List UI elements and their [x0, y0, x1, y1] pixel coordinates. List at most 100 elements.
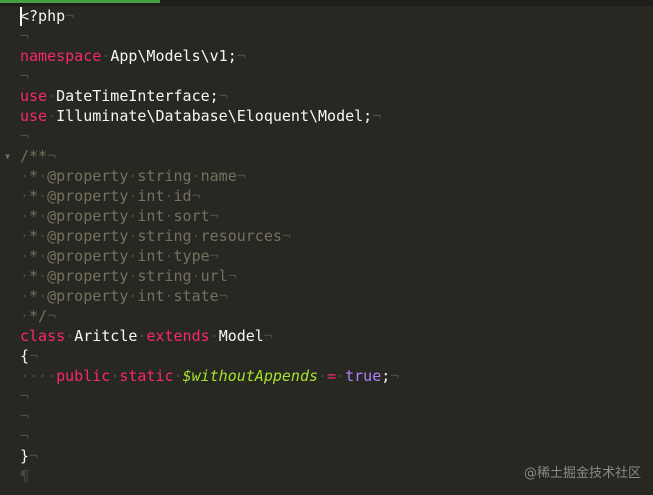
eol-marker: ¬: [20, 127, 30, 145]
code-token: public: [56, 367, 111, 385]
code-token: url: [200, 267, 228, 285]
space-marker: ·: [65, 327, 75, 345]
code-line[interactable]: use·Illuminate\Database\Eloquent\Model;¬: [20, 106, 381, 126]
code-token: /**: [20, 147, 48, 165]
code-token: $withoutAppends: [182, 367, 319, 385]
code-token: *: [29, 187, 39, 205]
watermark-text: @稀土掘金技术社区: [523, 466, 641, 481]
space-marker: ·: [164, 207, 174, 225]
space-marker: ·: [336, 367, 346, 385]
code-line[interactable]: ¬: [20, 426, 29, 446]
code-line[interactable]: class·Aritcle·extends·Model¬: [20, 326, 273, 346]
code-token: @property: [47, 227, 129, 245]
code-line[interactable]: ····public·static·$withoutAppends·=·true…: [20, 366, 399, 386]
space-marker: ·: [191, 227, 201, 245]
code-line[interactable]: <?php¬: [20, 6, 74, 26]
space-marker: ·: [47, 107, 57, 125]
code-line[interactable]: ¶: [20, 466, 29, 486]
code-line[interactable]: use·DateTimeInterface;¬: [20, 86, 228, 106]
code-line[interactable]: ·*·@property·int·id¬: [20, 186, 201, 206]
code-token: @property: [47, 267, 129, 285]
code-token: string: [137, 227, 192, 245]
code-token: *: [29, 207, 39, 225]
space-marker: ·: [318, 367, 328, 385]
space-marker: ·: [38, 367, 48, 385]
code-token: App\Models\v1;: [110, 47, 237, 65]
code-token: string: [137, 267, 192, 285]
eol-marker: ¬: [20, 407, 30, 425]
code-token: *: [29, 287, 39, 305]
code-line[interactable]: /**¬: [20, 146, 56, 166]
space-marker: ·: [110, 367, 120, 385]
eol-marker: ¬: [20, 427, 30, 445]
code-line[interactable]: ·*·@property·string·name¬: [20, 166, 246, 186]
space-marker: ·: [20, 267, 30, 285]
eol-marker: ¬: [209, 247, 219, 265]
code-token: }: [20, 447, 30, 465]
code-token: @property: [47, 287, 129, 305]
eol-marker: ¬: [65, 7, 75, 25]
code-editor[interactable]: ▼ <?php¬ ¬ namespace·App\Models\v1;¬ ¬ use·D…: [0, 0, 653, 495]
space-marker: ·: [20, 227, 30, 245]
code-line[interactable]: namespace·App\Models\v1;¬: [20, 46, 246, 66]
space-marker: ·: [20, 167, 30, 185]
space-marker: ·: [38, 287, 48, 305]
space-marker: ·: [38, 167, 48, 185]
gutter: ▼: [0, 6, 16, 495]
code-token: @property: [47, 167, 129, 185]
code-token: *: [29, 167, 39, 185]
fold-arrow-icon[interactable]: ▼: [3, 152, 12, 161]
code-line[interactable]: ·*·@property·int·type¬: [20, 246, 219, 266]
code-area[interactable]: <?php¬ ¬ namespace·App\Models\v1;¬ ¬ use·Dat…: [20, 6, 653, 495]
code-line[interactable]: ¬: [20, 26, 29, 46]
code-token: *: [29, 267, 39, 285]
eol-marker: ¬: [20, 27, 30, 45]
eol-marker: ¬: [47, 307, 57, 325]
code-token: *: [29, 247, 39, 265]
eol-marker: ¬: [209, 207, 219, 225]
code-line[interactable]: }¬: [20, 446, 38, 466]
space-marker: ·: [164, 247, 174, 265]
code-token: id: [173, 187, 192, 205]
code-token: int: [137, 187, 165, 205]
code-token: name: [200, 167, 237, 185]
eol-marker: ¬: [227, 267, 237, 285]
code-token: =: [327, 367, 337, 385]
space-marker: ·: [101, 47, 111, 65]
space-marker: ·: [20, 367, 30, 385]
code-token: *: [29, 227, 39, 245]
code-token: sort: [173, 207, 210, 225]
code-token: string: [137, 167, 192, 185]
space-marker: ·: [38, 247, 48, 265]
space-marker: ·: [20, 187, 30, 205]
code-token: static: [119, 367, 174, 385]
code-line[interactable]: ¬: [20, 386, 29, 406]
code-line[interactable]: ¬: [20, 406, 29, 426]
eol-marker: ¬: [263, 327, 273, 345]
eol-marker: ¬: [20, 67, 30, 85]
code-line[interactable]: ·*·@property·string·url¬: [20, 266, 237, 286]
code-line[interactable]: ·*·@property·int·sort¬: [20, 206, 219, 226]
space-marker: ·: [38, 227, 48, 245]
text-cursor: [20, 7, 22, 26]
space-marker: ·: [209, 327, 219, 345]
code-token: @property: [47, 247, 129, 265]
active-tab-indicator[interactable]: [0, 0, 160, 3]
eol-marker: ¬: [281, 227, 291, 245]
code-line[interactable]: ·*/¬: [20, 306, 56, 326]
space-marker: ·: [191, 167, 201, 185]
code-token: use: [20, 107, 48, 125]
code-token: use: [20, 87, 48, 105]
code-line[interactable]: {¬: [20, 346, 38, 366]
code-token: int: [137, 207, 165, 225]
code-token: Illuminate\Database\Eloquent\Model;: [56, 107, 373, 125]
space-marker: ·: [38, 267, 48, 285]
code-line[interactable]: ¬: [20, 126, 29, 146]
eol-marker: ¬: [218, 87, 228, 105]
code-token: @property: [47, 187, 129, 205]
eol-marker: ¬: [191, 187, 201, 205]
code-line[interactable]: ·*·@property·string·resources¬: [20, 226, 291, 246]
space-marker: ·: [20, 247, 30, 265]
code-line[interactable]: ¬: [20, 66, 29, 86]
code-line[interactable]: ·*·@property·int·state¬: [20, 286, 228, 306]
